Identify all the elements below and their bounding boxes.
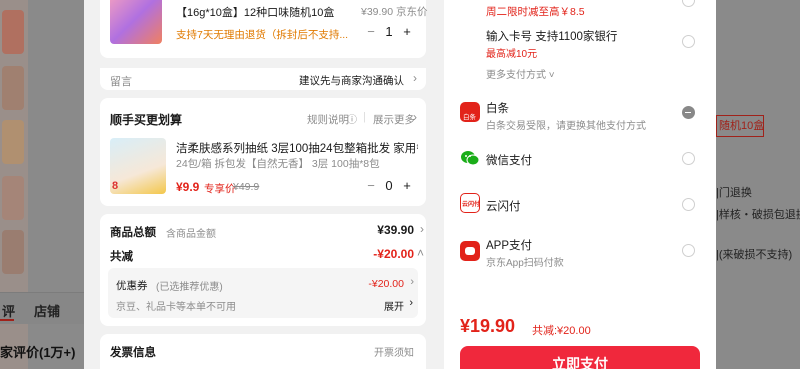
product-title[interactable]: 【16g*10盒】12种口味随机10盒 xyxy=(176,4,334,20)
bank-card-radio[interactable] xyxy=(682,35,695,48)
background-tab-store: 店铺 xyxy=(34,304,61,319)
background-reviews-heading: 家评价(1万+) xyxy=(0,345,76,360)
addon-product-image[interactable]: 8 xyxy=(110,138,166,194)
background-service-text: |(来破损不支持) xyxy=(716,249,793,261)
total-value[interactable]: ¥39.90 xyxy=(377,223,414,237)
return-policy-note: 支持7天无理由退货（拆封后不支持... xyxy=(176,29,349,41)
chevron-down-icon: ˅ xyxy=(548,70,555,81)
baitiao-icon: 白条 xyxy=(460,102,480,122)
payment-column: 周二限时减至高￥8.5 输入卡号 支持1100家银行 最高减10元 更多支付方式… xyxy=(444,0,716,369)
addon-product-spec: 24包/箱 拆包发【自然无香】 3层 100抽*8包 xyxy=(176,158,380,170)
more-payment-methods-label: 更多支付方式 xyxy=(486,70,546,81)
chevron-right-icon: › xyxy=(420,222,424,236)
expand-link[interactable]: 展开 xyxy=(384,298,404,313)
unionpay-icon: 云闪付 xyxy=(460,193,480,213)
product-image[interactable] xyxy=(110,0,162,44)
addon-original-price: ¥49.9 xyxy=(233,181,260,193)
payment-radio[interactable] xyxy=(682,0,695,7)
coupon-sublabel: (已选推荐优惠) xyxy=(156,282,223,293)
coupon-value[interactable]: -¥20.00 xyxy=(368,278,404,290)
coupon-detail-box: 优惠券 (已选推荐优惠) -¥20.00 › 京豆、礼品卡等本单不可用 展开 › xyxy=(108,268,418,318)
addon-price: ¥9.9 xyxy=(176,180,200,194)
payment-method-sub: 白条交易受限，请更换其他支付方式 xyxy=(486,121,646,132)
addon-quantity-stepper: − 0 + xyxy=(362,178,416,193)
addon-title: 顺手买更划算 xyxy=(110,113,183,127)
pay-discount: 共减:¥20.00 xyxy=(532,325,591,337)
app-pay-icon xyxy=(460,241,480,261)
invoice-note-link[interactable]: 开票须知 xyxy=(374,344,414,359)
payment-promo: 周二限时减至高￥8.5 xyxy=(486,6,585,18)
coupon-label: 优惠券 xyxy=(116,280,148,292)
invoice-card[interactable]: 发票信息 开票须知 xyxy=(100,334,426,369)
wechat-pay-icon xyxy=(460,148,480,168)
background-thumbnail xyxy=(2,10,24,54)
increase-button[interactable]: + xyxy=(398,178,416,193)
background-variant-box: 随机10盒 xyxy=(716,115,764,137)
app-pay-radio[interactable] xyxy=(682,244,695,257)
background-thumbnail xyxy=(2,230,24,274)
total-sublabel: 含商品金额 xyxy=(166,229,216,240)
addon-product-name[interactable]: 洁柔肤感系列抽纸 3层100抽24包整箱批发 家用餐巾... xyxy=(176,140,418,156)
product-name-prefix: 【16g*10盒】 xyxy=(176,7,244,19)
invoice-label: 发票信息 xyxy=(110,347,156,359)
addon-card: 顺手买更划算 规则说明 ⓘ | 展示更多 › 8 洁柔肤感系列抽纸 3层100抽… xyxy=(100,98,426,206)
payment-method-name[interactable]: 白条 xyxy=(486,100,509,116)
chevron-up-icon: ˄ xyxy=(416,246,424,260)
background-tab-reviews: 评 xyxy=(2,304,16,319)
decrease-button[interactable]: − xyxy=(362,178,380,193)
chevron-right-icon: › xyxy=(410,276,414,288)
addon-rules-link[interactable]: 规则说明 xyxy=(307,112,349,127)
decrease-button[interactable]: − xyxy=(362,24,380,39)
product-card: 【16g*10盒】12种口味随机10盒 ¥39.90 京东价 支持7天无理由退货… xyxy=(100,0,428,58)
divider: | xyxy=(363,111,366,123)
remark-hint: 建议先与商家沟通确认 xyxy=(299,75,404,87)
chevron-right-icon: › xyxy=(409,297,413,309)
remark-row[interactable]: 留言 建议先与商家沟通确认 › xyxy=(100,68,426,90)
background-thumbnail xyxy=(2,66,24,110)
unavailable-points-note: 京豆、礼品卡等本单不可用 xyxy=(116,302,236,313)
increase-button[interactable]: + xyxy=(398,24,416,39)
chevron-right-icon: › xyxy=(413,71,417,85)
baitiao-icon-label: 白条 xyxy=(463,114,476,121)
payment-method-name[interactable]: 微信支付 xyxy=(486,152,532,168)
product-quantity-stepper: − 1 + xyxy=(362,24,416,39)
total-label: 商品总额 xyxy=(110,227,156,239)
addon-badge-icon: 8 xyxy=(112,180,119,192)
payment-method-sub: 京东App扫码付款 xyxy=(486,258,564,269)
more-payment-methods[interactable]: 更多支付方式 ˅ xyxy=(486,66,555,81)
background-tab-bar: 评 店铺 xyxy=(0,292,84,324)
bank-card-promo: 最高减10元 xyxy=(486,49,538,60)
baitiao-radio-disabled xyxy=(682,106,695,119)
wechat-pay-icon-shape xyxy=(461,151,480,166)
background-right-panel: |门退换 |样核・破损包退换 |(来破损不支持) xyxy=(716,0,800,369)
addon-more-link[interactable]: 展示更多 xyxy=(373,112,415,127)
discount-value[interactable]: -¥20.00 xyxy=(373,247,414,261)
chevron-right-icon: › xyxy=(413,110,417,124)
product-price-info: ¥39.90 京东价 xyxy=(361,6,428,18)
payment-method-name[interactable]: APP支付 xyxy=(486,237,532,253)
wechat-pay-radio[interactable] xyxy=(682,152,695,165)
unionpay-radio[interactable] xyxy=(682,198,695,211)
quantity-value[interactable]: 0 xyxy=(380,178,398,193)
checkout-panel: 【16g*10盒】12种口味随机10盒 ¥39.90 京东价 支持7天无理由退货… xyxy=(84,0,716,369)
payment-method-name[interactable]: 云闪付 xyxy=(486,198,521,214)
addon-price-tag: 专享价 xyxy=(204,183,236,195)
discount-label: 共减 xyxy=(110,251,133,263)
bank-card-title[interactable]: 输入卡号 支持1100家银行 xyxy=(486,28,617,44)
background-thumbnail xyxy=(2,120,24,164)
pay-amount: ¥19.90 xyxy=(460,316,516,336)
remark-label: 留言 xyxy=(110,76,132,88)
background-service-text: |样核・破损包退换 xyxy=(716,209,800,221)
unionpay-icon-label: 云闪付 xyxy=(462,202,481,208)
quantity-value[interactable]: 1 xyxy=(380,24,398,39)
background-thumbnail xyxy=(2,176,24,220)
app-pay-icon-face xyxy=(465,247,475,255)
background-tab-underline xyxy=(0,319,14,321)
pay-now-button[interactable]: 立即支付 xyxy=(460,346,700,369)
product-name: 12种口味随机10盒 xyxy=(243,7,335,19)
order-summary-card: 商品总额 含商品金额 ¥39.90 › 共减 -¥20.00 ˄ 优惠券 (已选… xyxy=(100,214,426,326)
background-service-text: |门退换 xyxy=(716,187,752,199)
question-icon[interactable]: ⓘ xyxy=(347,111,357,126)
